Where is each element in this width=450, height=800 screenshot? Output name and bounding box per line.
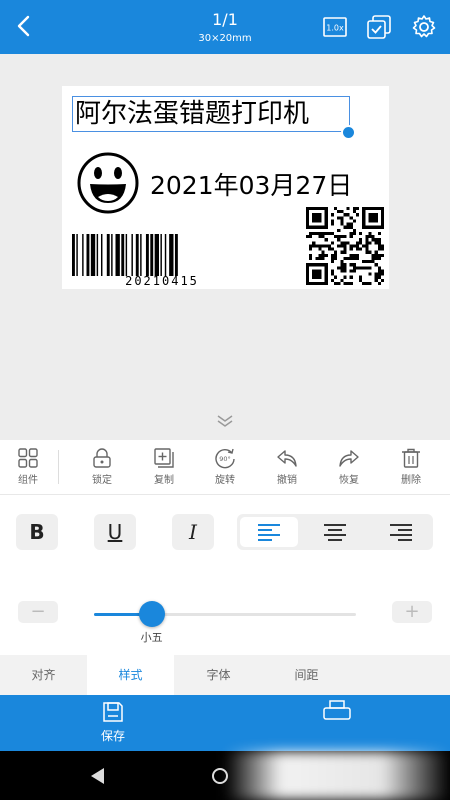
- align-center-button[interactable]: [306, 517, 364, 547]
- tool-copy-button[interactable]: 复制: [138, 447, 190, 486]
- lock-icon: [93, 448, 111, 468]
- tool-label: 锁定: [92, 475, 112, 486]
- tool-delete-button[interactable]: 删除: [385, 447, 437, 486]
- barcode-number: 20210415: [125, 274, 199, 288]
- toolbar-divider: [58, 450, 59, 484]
- font-size-slider-track[interactable]: [94, 613, 356, 616]
- edit-toolbar: 组件 锁定 复制 90° 旋转 撤销 恢复 删除: [0, 440, 450, 495]
- tab-font[interactable]: 字体: [175, 655, 262, 695]
- tool-label: 复制: [154, 475, 174, 486]
- zoom-label: 1.0x: [326, 24, 344, 33]
- align-left-button[interactable]: [240, 517, 298, 547]
- tool-lock-button[interactable]: 锁定: [76, 447, 128, 486]
- tool-label: 删除: [401, 475, 421, 486]
- zoom-icon[interactable]: 1.0x: [322, 14, 348, 40]
- tool-label: 旋转: [215, 475, 235, 486]
- font-size-value: 小五: [140, 631, 163, 644]
- align-right-button[interactable]: [372, 517, 430, 547]
- top-bar: 1/1 30×20mm 1.0x: [0, 0, 450, 54]
- tool-components-button[interactable]: 组件: [2, 447, 54, 486]
- tool-label: 恢复: [339, 475, 359, 486]
- resize-handle-icon[interactable]: [341, 125, 356, 140]
- underline-button[interactable]: U: [94, 514, 136, 550]
- align-right-icon: [390, 524, 412, 541]
- smiley-emoji-element[interactable]: [76, 151, 140, 215]
- screen-glare: [225, 751, 450, 800]
- copy-icon: [154, 448, 174, 468]
- printer-icon[interactable]: [322, 699, 352, 723]
- save-icon: [103, 702, 123, 722]
- tab-align[interactable]: 对齐: [0, 655, 87, 695]
- undo-icon: [277, 450, 297, 467]
- multi-select-icon[interactable]: [366, 14, 392, 40]
- nav-back-icon[interactable]: [90, 767, 106, 785]
- bold-button[interactable]: B: [16, 514, 58, 550]
- italic-button[interactable]: I: [172, 514, 214, 550]
- tool-redo-button[interactable]: 恢复: [323, 447, 375, 486]
- tool-undo-button[interactable]: 撤销: [261, 447, 313, 486]
- redo-icon: [339, 450, 359, 467]
- rotate-degree: 90°: [219, 455, 231, 463]
- bottom-action-bar: 保存: [0, 695, 450, 751]
- tool-label: 组件: [18, 475, 38, 486]
- gear-icon[interactable]: [411, 14, 437, 40]
- font-size-slider-thumb[interactable]: [138, 601, 165, 627]
- property-tabs: 对齐 样式 字体 间距: [0, 655, 450, 695]
- barcode-element[interactable]: [72, 234, 252, 276]
- rotate-icon: 90°: [215, 448, 235, 469]
- system-nav-bar: [0, 751, 450, 800]
- grid-icon: [18, 448, 38, 468]
- label-canvas[interactable]: 阿尔法蛋错题打印机 2021年03月27日 20210415: [62, 86, 389, 289]
- tool-rotate-button[interactable]: 90° 旋转: [199, 447, 251, 486]
- qr-code-element[interactable]: [303, 207, 387, 285]
- date-text-element[interactable]: 2021年03月27日: [150, 166, 352, 202]
- save-button[interactable]: 保存: [88, 701, 138, 744]
- align-left-icon: [258, 524, 280, 541]
- tab-style[interactable]: 样式: [87, 655, 174, 695]
- tool-label: 撤销: [277, 475, 297, 486]
- style-panel: B U I − 小五 +: [0, 495, 450, 655]
- font-size-increase-button[interactable]: +: [392, 601, 432, 623]
- label-text-element[interactable]: 阿尔法蛋错题打印机: [72, 96, 350, 132]
- alignment-group: [237, 514, 433, 550]
- save-label: 保存: [100, 729, 125, 743]
- collapse-chevron-icon[interactable]: [213, 413, 237, 429]
- tab-spacing[interactable]: 间距: [263, 655, 350, 695]
- font-size-decrease-button[interactable]: −: [18, 601, 58, 623]
- align-center-icon: [324, 524, 346, 541]
- trash-icon: [402, 448, 420, 468]
